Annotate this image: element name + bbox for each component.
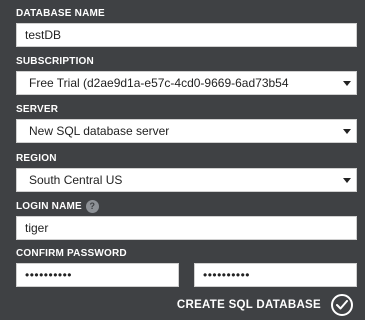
subscription-label-text: SUBSCRIPTION <box>16 56 94 67</box>
subscription-label: SUBSCRIPTION <box>16 56 94 67</box>
create-sql-database-label: CREATE SQL DATABASE <box>176 299 321 311</box>
region-label: REGION <box>16 153 57 164</box>
password-input[interactable]: •••••••••• <box>16 263 179 287</box>
checkmark-glyph <box>336 300 348 310</box>
server-selected-value: New SQL database server <box>29 124 170 138</box>
server-select[interactable]: New SQL database server <box>16 119 357 143</box>
confirm-password-input[interactable]: •••••••••• <box>194 263 357 287</box>
server-label-text: SERVER <box>16 104 59 115</box>
login-name-label: LOGIN NAME ? <box>16 200 99 213</box>
create-sql-database-form: DATABASE NAME testDB SUBSCRIPTION Free T… <box>0 0 365 320</box>
database-name-label-text: DATABASE NAME <box>16 8 105 19</box>
subscription-select[interactable]: Free Trial (d2ae9d1a-e57c-4cd0-9669-6ad7… <box>16 71 357 95</box>
subscription-selected-value: Free Trial (d2ae9d1a-e57c-4cd0-9669-6ad7… <box>29 76 289 90</box>
database-name-input[interactable]: testDB <box>16 23 357 47</box>
region-label-text: REGION <box>16 153 57 164</box>
login-name-label-text: LOGIN NAME <box>16 201 82 212</box>
login-name-input[interactable]: tiger <box>16 216 357 240</box>
chevron-down-icon <box>343 129 351 134</box>
confirm-password-label-text: CONFIRM PASSWORD <box>16 248 127 259</box>
region-selected-value: South Central US <box>29 173 123 187</box>
help-icon[interactable]: ? <box>85 200 99 213</box>
checkmark-icon[interactable] <box>331 294 353 316</box>
chevron-down-icon <box>343 81 351 86</box>
create-sql-database-button[interactable]: CREATE SQL DATABASE <box>177 293 353 317</box>
confirm-password-label: CONFIRM PASSWORD <box>16 248 127 259</box>
chevron-down-icon <box>343 178 351 183</box>
database-name-label: DATABASE NAME <box>16 8 105 19</box>
server-label: SERVER <box>16 104 58 115</box>
region-select[interactable]: South Central US <box>16 168 357 192</box>
